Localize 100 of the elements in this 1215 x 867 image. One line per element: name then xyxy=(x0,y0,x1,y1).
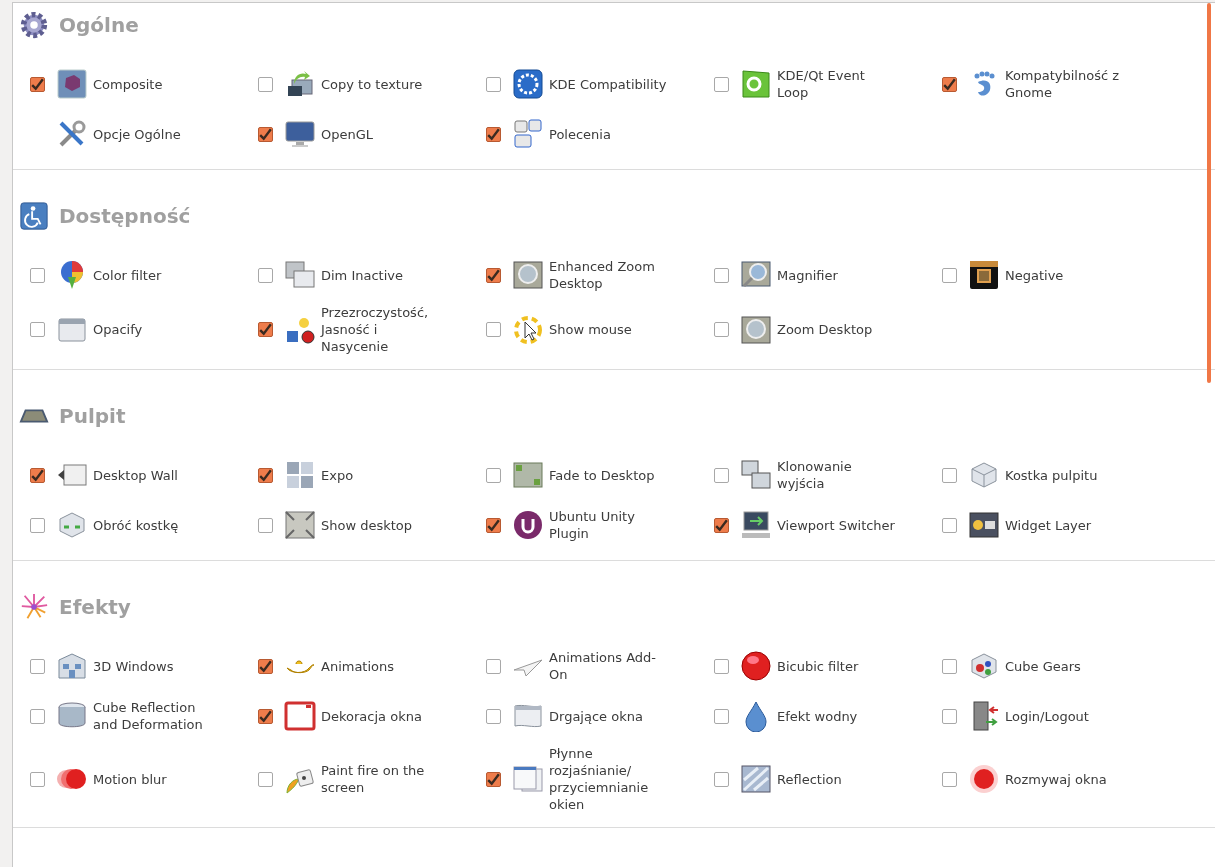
plugin-label[interactable]: Composite xyxy=(93,75,163,93)
checkbox[interactable] xyxy=(942,771,957,787)
gear-icon xyxy=(19,10,49,40)
checkbox[interactable] xyxy=(30,771,45,787)
plugin-label[interactable]: Login/Logout xyxy=(1005,707,1089,725)
checkbox[interactable] xyxy=(30,267,45,283)
checkbox[interactable] xyxy=(258,267,273,283)
plugin-label[interactable]: Polecenia xyxy=(549,125,611,143)
plugin-label[interactable]: Drgające okna xyxy=(549,707,643,725)
tiles-icon xyxy=(284,459,316,491)
plugin-label[interactable]: Kostka pulpitu xyxy=(1005,466,1098,484)
plugin-label[interactable]: Płynne rozjaśnianie/ przyciemnianie okien xyxy=(549,745,671,813)
logo-tile-icon xyxy=(740,68,772,100)
checkbox[interactable] xyxy=(714,76,729,92)
plugin-label[interactable]: Desktop Wall xyxy=(93,466,178,484)
checkbox[interactable] xyxy=(30,467,45,483)
plugin-label[interactable]: Przezroczystość, Jasność i Nasycenie xyxy=(321,304,443,355)
plugin-label[interactable]: Dim Inactive xyxy=(321,266,403,284)
checkbox[interactable] xyxy=(714,658,729,674)
plugin-label[interactable]: Enhanced Zoom Desktop xyxy=(549,258,671,292)
plugin-label[interactable]: Expo xyxy=(321,466,354,484)
plugin-label[interactable]: Magnifier xyxy=(777,266,838,284)
plugin-label[interactable]: Kompatybilność z Gnome xyxy=(1005,67,1127,101)
checkbox[interactable] xyxy=(30,708,45,724)
plugin-label[interactable]: Opcje Ogólne xyxy=(93,125,181,143)
plugin-label[interactable]: Negative xyxy=(1005,266,1064,284)
checkbox[interactable] xyxy=(714,771,729,787)
pointer-icon xyxy=(512,313,544,346)
checkbox[interactable] xyxy=(258,771,273,787)
plugin-label[interactable]: Obróć kostkę xyxy=(93,516,179,534)
checkbox[interactable] xyxy=(30,76,45,92)
checkbox[interactable] xyxy=(486,267,501,283)
checkbox[interactable] xyxy=(942,708,957,724)
plugin-label[interactable]: Zoom Desktop xyxy=(777,321,873,338)
plugin-label[interactable]: 3D Windows xyxy=(93,657,174,675)
checkbox[interactable] xyxy=(942,467,957,483)
plugin-label[interactable]: KDE/Qt Event Loop xyxy=(777,67,899,101)
plugin-label[interactable]: Show desktop xyxy=(321,516,413,534)
zoom-window-icon xyxy=(740,313,772,346)
plugin-label[interactable]: Bicubic filter xyxy=(777,657,859,675)
plugin-label[interactable]: Dekoracja okna xyxy=(321,707,422,725)
checkbox[interactable] xyxy=(486,708,501,724)
checkbox[interactable] xyxy=(486,771,501,787)
plugin-label[interactable]: Motion blur xyxy=(93,770,167,788)
checkbox[interactable] xyxy=(258,658,273,674)
accessibility-icon xyxy=(19,201,49,231)
checkbox[interactable] xyxy=(258,467,273,483)
checkbox[interactable] xyxy=(714,267,729,283)
plugin-label[interactable]: Widget Layer xyxy=(1005,516,1092,534)
plugin-label[interactable]: Fade to Desktop xyxy=(549,466,655,484)
glowing-ball-icon xyxy=(968,763,1000,795)
plugin-label[interactable]: Paint fire on the screen xyxy=(321,762,443,796)
window-frame-icon xyxy=(284,700,316,732)
plugin-label[interactable]: Animations Add-On xyxy=(549,649,671,683)
letter-badge-icon xyxy=(512,509,544,541)
plugin-label[interactable]: Reflection xyxy=(777,770,842,788)
checkbox[interactable] xyxy=(942,658,957,674)
zoom-window-icon xyxy=(512,259,544,291)
checkbox[interactable] xyxy=(258,322,273,337)
checkbox[interactable] xyxy=(486,322,501,337)
checkbox[interactable] xyxy=(942,267,957,283)
checkbox[interactable] xyxy=(942,517,957,533)
checkbox[interactable] xyxy=(486,517,501,533)
checkbox[interactable] xyxy=(714,467,729,483)
monitor-icon xyxy=(284,118,316,150)
plugin-label[interactable]: Cube Gears xyxy=(1005,657,1081,675)
checkbox[interactable] xyxy=(258,708,273,724)
plugin-label[interactable]: Animations xyxy=(321,657,395,675)
checkbox[interactable] xyxy=(942,76,957,92)
plugin-label[interactable]: KDE Compatibility xyxy=(549,75,667,93)
checkbox[interactable] xyxy=(486,76,501,92)
checkbox[interactable] xyxy=(258,126,273,142)
checkbox[interactable] xyxy=(486,126,501,142)
checkbox[interactable] xyxy=(714,322,729,337)
plugin-label[interactable]: Ubuntu Unity Plugin xyxy=(549,508,671,542)
plugin-label[interactable]: Color filter xyxy=(93,266,162,284)
keys-icon xyxy=(512,118,544,150)
plugin-label[interactable]: Opacify xyxy=(93,321,143,338)
plugin-label[interactable]: Copy to texture xyxy=(321,75,423,93)
fade-screen-icon xyxy=(512,459,544,491)
plugin-label[interactable]: Klonowanie wyjścia xyxy=(777,458,899,492)
plugin-label[interactable]: Efekt wodny xyxy=(777,707,858,725)
checkbox[interactable] xyxy=(486,658,501,674)
striped-window-icon xyxy=(740,763,772,795)
checkbox[interactable] xyxy=(714,517,729,533)
checkbox[interactable] xyxy=(258,517,273,533)
checkbox[interactable] xyxy=(30,658,45,674)
checkbox[interactable] xyxy=(486,467,501,483)
plugin-label[interactable]: Show mouse xyxy=(549,321,632,338)
checkbox[interactable] xyxy=(30,517,45,533)
checkbox[interactable] xyxy=(258,76,273,92)
plugin-label[interactable]: OpenGL xyxy=(321,125,374,143)
plugin-label[interactable]: Cube Reflection and Deformation xyxy=(93,699,215,733)
blocks-icon xyxy=(56,68,88,100)
checkbox[interactable] xyxy=(30,322,45,337)
plugin-label[interactable]: Viewport Switcher xyxy=(777,516,895,534)
scrollbar-thumb[interactable] xyxy=(1207,3,1211,383)
monitor-icon xyxy=(740,509,772,541)
checkbox[interactable] xyxy=(714,708,729,724)
plugin-label[interactable]: Rozmywaj okna xyxy=(1005,770,1107,788)
